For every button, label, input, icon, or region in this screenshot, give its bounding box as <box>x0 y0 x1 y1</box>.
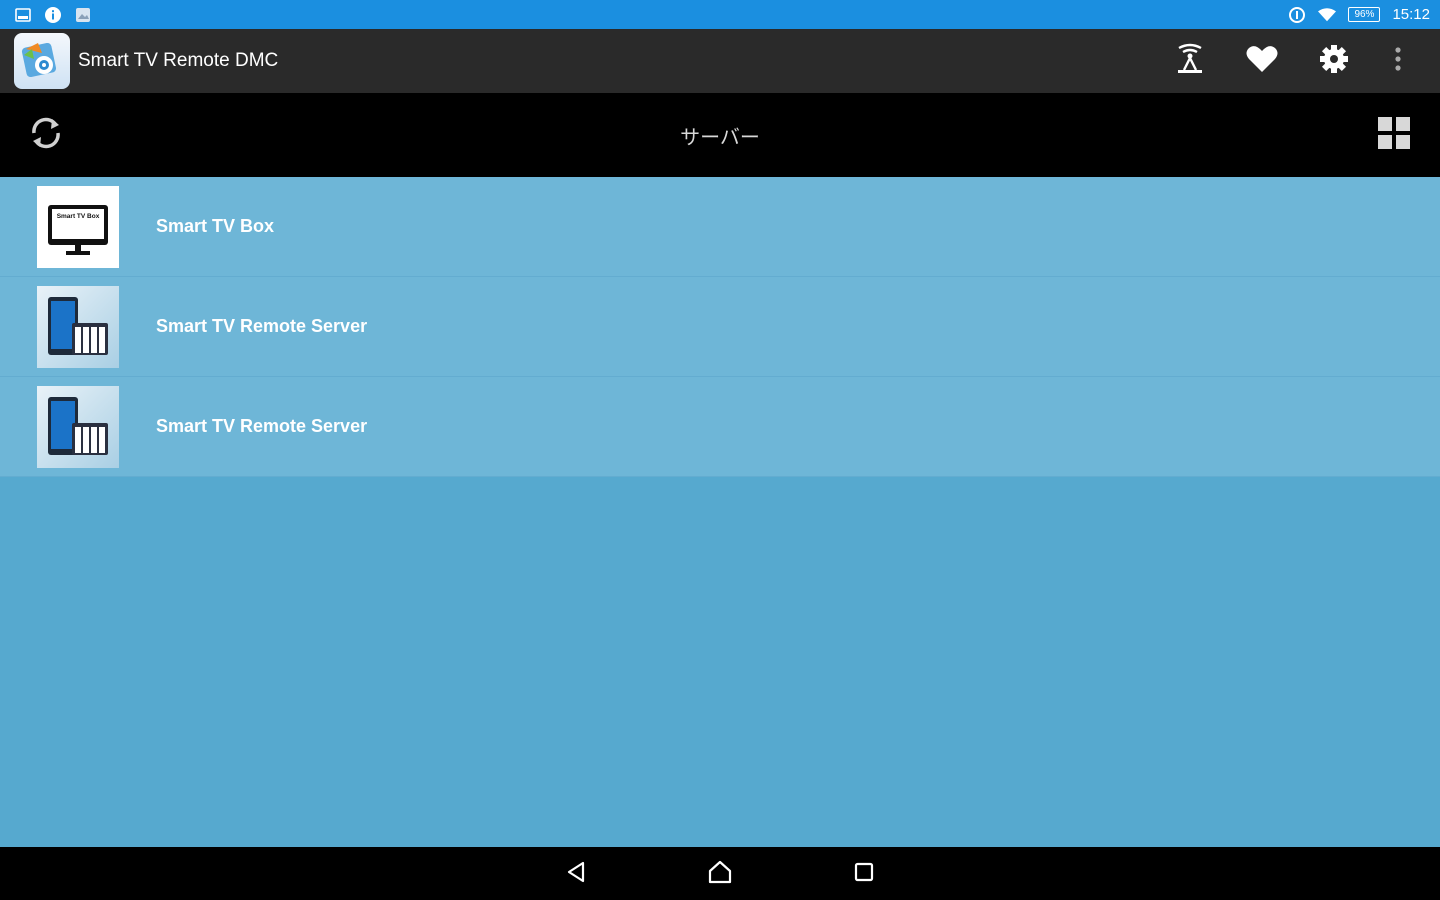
home-icon <box>707 860 733 888</box>
refresh-icon <box>26 113 66 157</box>
status-time: 15:12 <box>1392 6 1430 23</box>
navigation-bar <box>0 847 1440 900</box>
server-list: Smart TV Box Smart TV Box Smart TV Remot… <box>0 177 1440 477</box>
status-right: 96% 15:12 <box>1288 6 1430 24</box>
favorites-button[interactable] <box>1226 29 1298 93</box>
server-name: Smart TV Remote Server <box>156 316 368 336</box>
grid-icon <box>1377 116 1411 154</box>
section-title: サーバー <box>680 124 760 149</box>
battery-indicator: 96% <box>1348 7 1381 22</box>
server-name: Smart TV Box <box>156 216 275 236</box>
back-icon <box>565 860 587 888</box>
status-left <box>14 6 92 24</box>
more-icon <box>1394 46 1402 76</box>
home-button[interactable] <box>696 850 744 898</box>
device-icon <box>37 285 119 368</box>
list-item[interactable]: Smart TV Box Smart TV Box <box>0 177 1440 277</box>
app-title: Smart TV Remote DMC <box>78 50 279 71</box>
heart-icon <box>1246 45 1278 77</box>
recents-icon <box>853 861 875 887</box>
app-logo-icon <box>14 33 70 89</box>
refresh-button[interactable] <box>20 109 72 161</box>
back-button[interactable] <box>552 850 600 898</box>
status-bar: 96% 15:12 <box>0 0 1440 29</box>
gear-icon <box>1319 44 1349 78</box>
data-saver-icon <box>1288 6 1306 24</box>
wifi-icon <box>1318 6 1337 24</box>
app-bar: Smart TV Remote DMC <box>0 29 1440 93</box>
app-actions <box>1154 29 1426 93</box>
list-item[interactable]: Smart TV Remote Server <box>0 377 1440 477</box>
cast-button[interactable] <box>1154 29 1226 93</box>
device-icon <box>37 385 119 468</box>
tv-icon: Smart TV Box <box>37 185 119 268</box>
image-icon <box>74 6 92 24</box>
cast-icon <box>1173 42 1207 80</box>
settings-button[interactable] <box>1298 29 1370 93</box>
more-options-button[interactable] <box>1370 29 1426 93</box>
list-item[interactable]: Smart TV Remote Server <box>0 277 1440 377</box>
recents-button[interactable] <box>840 850 888 898</box>
tv-thumb-label: Smart TV Box <box>57 213 100 220</box>
grid-view-button[interactable] <box>1368 109 1420 161</box>
server-name: Smart TV Remote Server <box>156 416 368 436</box>
info-icon <box>44 6 62 24</box>
screenshot-icon <box>14 6 32 24</box>
section-bar: サーバー <box>0 93 1440 177</box>
